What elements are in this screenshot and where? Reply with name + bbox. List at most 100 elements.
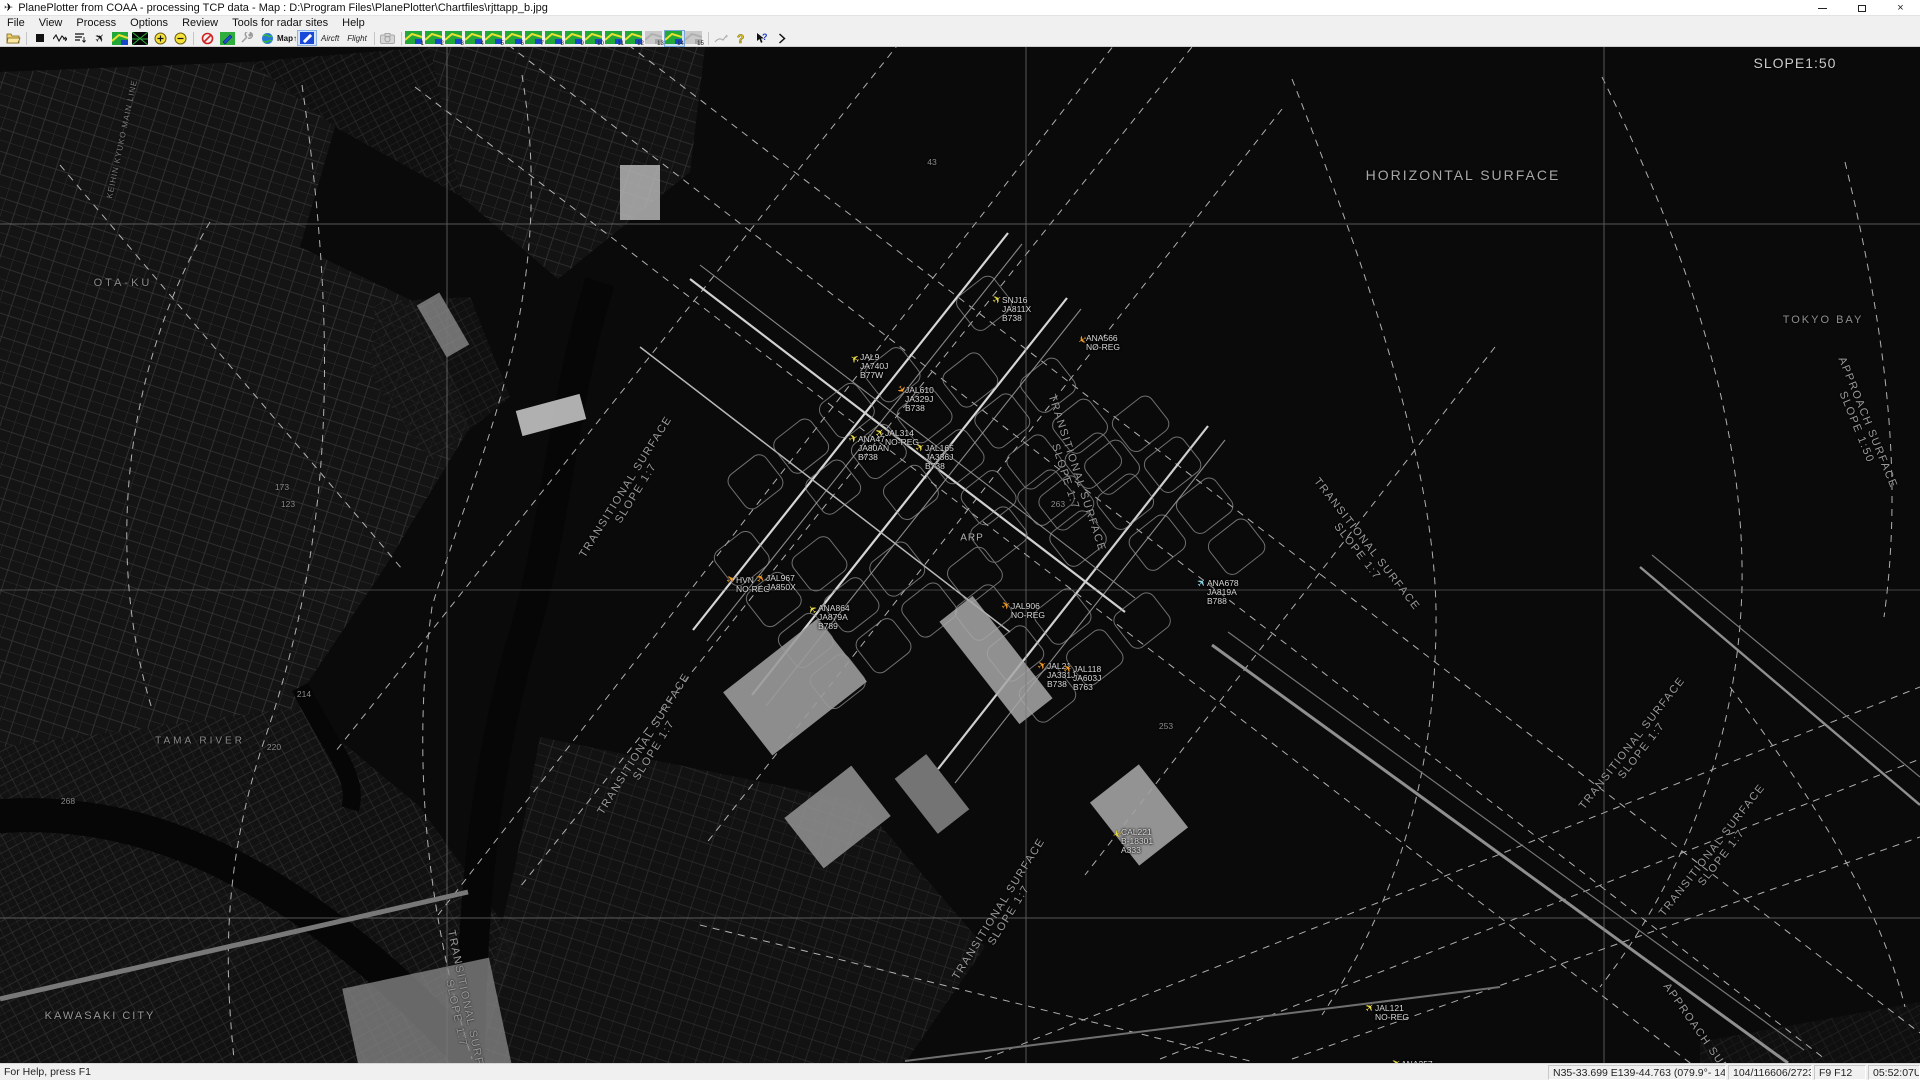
radar-view-button[interactable] (130, 30, 150, 46)
menu-item-process[interactable]: Process (69, 16, 123, 30)
toolbar-separator (401, 32, 402, 45)
chart-button-2[interactable]: 2 (425, 31, 444, 46)
draw-mode-button[interactable] (297, 30, 317, 46)
title-bar: ✈ PlanePlotter from COAA - processing TC… (0, 0, 1920, 16)
chart-button-14[interactable]: 14 (665, 31, 684, 46)
menu-item-tools-for-radar-sites[interactable]: Tools for radar sites (225, 16, 335, 30)
chart-button-6[interactable]: 6 (505, 31, 524, 46)
chart-button-8[interactable]: 8 (545, 31, 564, 46)
map-up-button[interactable]: Map↑ (277, 30, 297, 46)
chart-button-12[interactable]: 12 (625, 31, 644, 46)
spot-height: 268 (61, 796, 75, 806)
close-button[interactable]: × (1881, 0, 1920, 16)
minimize-button[interactable] (1803, 0, 1842, 16)
chart-button-13[interactable]: 13 (645, 31, 664, 46)
aircraft-icon: ✈ (91, 29, 108, 46)
wrench-icon (240, 32, 254, 44)
map-green-icon (112, 32, 128, 45)
zoom-out-icon (174, 32, 187, 45)
aircraft-label: JAL165JA336JB738 (925, 444, 954, 471)
status-bar: For Help, press F1 N35-33.699 E139-44.76… (0, 1063, 1920, 1080)
map-label-slope1-50: SLOPE1:50 (1754, 55, 1837, 71)
close-icon: × (1897, 3, 1903, 13)
menu-item-review[interactable]: Review (175, 16, 225, 30)
status-help-text: For Help, press F1 (0, 1065, 1546, 1080)
zoom-in-button[interactable] (150, 30, 170, 46)
chart-button-4[interactable]: 4 (465, 31, 484, 46)
toolbar-expand-button[interactable] (772, 30, 792, 46)
svg-text:?: ? (737, 32, 744, 45)
toolbar-separator (193, 32, 194, 45)
map-label-kawasaki-city: KAWASAKI CITY (45, 1010, 156, 1022)
menu-item-file[interactable]: File (0, 16, 32, 30)
open-folder-icon (6, 32, 21, 44)
chart-view-button[interactable] (110, 30, 130, 46)
context-help-button[interactable]: ? (752, 30, 772, 46)
aircraft-label: JAL9JA740JB77W (860, 353, 888, 380)
open-file-button[interactable] (3, 30, 23, 46)
snapshot-button[interactable] (378, 30, 398, 46)
no-entry-icon (201, 32, 214, 45)
aircraft-label: ANA864JA879AB789 (818, 604, 850, 631)
status-position: N35-33.699 E139-44.763 (079.9°- 140.8nm) (1548, 1065, 1726, 1080)
camera-icon (380, 33, 395, 44)
aircft-button[interactable]: Aircft (317, 30, 343, 46)
edit-chart-button[interactable] (217, 30, 237, 46)
menu-item-view[interactable]: View (32, 16, 70, 30)
help-key-button[interactable]: ? (732, 30, 752, 46)
chart-button-15[interactable]: 15 (685, 31, 704, 46)
chart-button-11[interactable]: 11 (605, 31, 624, 46)
aircraft-label: JAL610JA329JB738 (905, 386, 934, 413)
chart-button-7[interactable]: 7 (525, 31, 544, 46)
map-label-tokyo-bay: TOKYO BAY (1783, 314, 1864, 326)
chart-button-9[interactable]: 9 (565, 31, 584, 46)
menu-item-help[interactable]: Help (335, 16, 372, 30)
tools-button[interactable] (237, 30, 257, 46)
aircraft-label: JAL967JA850X (766, 574, 796, 592)
aircraft-label: SNJ16JA811XB738 (1002, 296, 1031, 323)
flight-button[interactable]: Flight (343, 30, 371, 46)
svg-text:?: ? (762, 32, 768, 42)
chart-button-1[interactable]: 1 (405, 31, 424, 46)
status-function-keys: F9 F12 (1814, 1065, 1866, 1080)
toolbar-separator (374, 32, 375, 45)
chart-background (0, 47, 1920, 1063)
app-plane-icon: ✈ (4, 0, 13, 16)
stop-icon (36, 34, 44, 42)
zoom-out-button[interactable] (170, 30, 190, 46)
chart-buttons-group: 123456789101112131415 (405, 31, 705, 46)
chart-button-10[interactable]: 10 (585, 31, 604, 46)
map-label-horizontal-surface: HORIZONTAL SURFACE (1366, 167, 1561, 183)
maximize-icon (1858, 5, 1866, 12)
map-label-ota-ku: OTA-KU (94, 277, 153, 289)
aircraft-view-button[interactable]: ✈ (90, 30, 110, 46)
waveform-icon (53, 33, 67, 43)
toolbar-separator (708, 32, 709, 45)
signal-button[interactable] (50, 30, 70, 46)
draw-blue-icon (300, 32, 314, 44)
help-cursor-icon: ? (755, 32, 769, 45)
map-label-arp: ARP (960, 533, 984, 544)
menu-item-options[interactable]: Options (123, 16, 175, 30)
spot-height: 253 (1159, 721, 1173, 731)
aircraft-label: JAL121NO-REG (1375, 1004, 1409, 1022)
globe-icon (261, 32, 274, 45)
chart-button-3[interactable]: 3 (445, 31, 464, 46)
map-canvas[interactable]: SLOPE1:50 HORIZONTAL SURFACE TOKYO BAY OTA-… (0, 47, 1920, 1063)
list-button[interactable] (70, 30, 90, 46)
no-entry-button[interactable] (197, 30, 217, 46)
chart-button-5[interactable]: 5 (485, 31, 504, 46)
globe-button[interactable] (257, 30, 277, 46)
key-question-icon: ? (736, 32, 747, 45)
maximize-button[interactable] (1842, 0, 1881, 16)
aircraft-label: CAL221B-18301A333 (1121, 828, 1153, 855)
aircraft-label: JAL118JA603JB763 (1073, 665, 1101, 692)
edit-green-icon (220, 32, 235, 45)
spot-height: 173 (275, 482, 289, 492)
draw-line-button[interactable] (712, 30, 732, 46)
minimize-icon (1818, 8, 1827, 9)
status-clock: 05:52:07UTC (1868, 1065, 1920, 1080)
spot-height: 123 (281, 499, 295, 509)
stop-button[interactable] (30, 30, 50, 46)
aircraft-label: ANA566NO-REG (1086, 334, 1120, 352)
